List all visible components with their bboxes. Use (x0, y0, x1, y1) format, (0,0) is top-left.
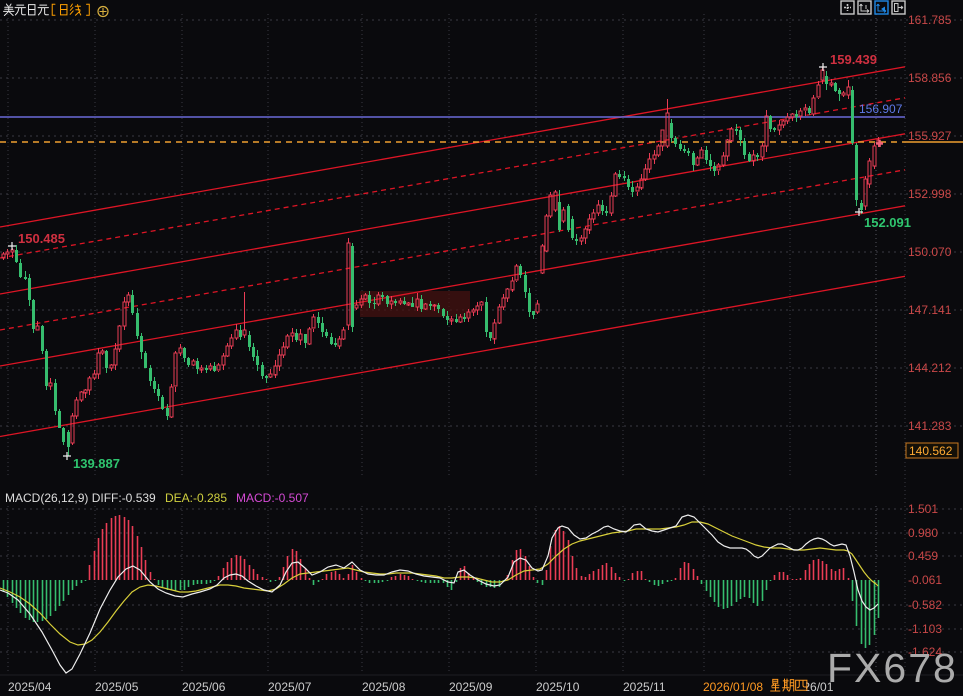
svg-text:MACD(26,12,9) DIFF:-0.539: MACD(26,12,9) DIFF:-0.539 (5, 491, 156, 505)
svg-text:-1.103: -1.103 (908, 622, 942, 636)
svg-text:2025/08: 2025/08 (362, 680, 406, 694)
svg-text:DEA:-0.285: DEA:-0.285 (165, 491, 227, 505)
svg-text:150.485: 150.485 (18, 231, 65, 246)
svg-text:141.283: 141.283 (908, 419, 952, 433)
svg-text:1.501: 1.501 (908, 502, 938, 516)
svg-text:2025/04: 2025/04 (8, 680, 52, 694)
svg-text:2025/07: 2025/07 (268, 680, 312, 694)
svg-text:150.070: 150.070 (908, 245, 952, 259)
svg-text:2025/06: 2025/06 (182, 680, 226, 694)
svg-text:155.927: 155.927 (908, 129, 952, 143)
svg-text:2025/11: 2025/11 (623, 680, 666, 694)
svg-text:2025/10: 2025/10 (536, 680, 580, 694)
svg-text:159.439: 159.439 (830, 52, 877, 67)
svg-text:156.907: 156.907 (859, 102, 903, 116)
svg-text:0.980: 0.980 (908, 526, 938, 540)
svg-text:MACD:-0.507: MACD:-0.507 (236, 491, 309, 505)
svg-text:161.785: 161.785 (908, 13, 952, 27)
svg-text:2026/01/08: 2026/01/08 (703, 680, 763, 694)
svg-text:-0.061: -0.061 (908, 573, 942, 587)
svg-text:152.998: 152.998 (908, 187, 952, 201)
svg-text:0.459: 0.459 (908, 549, 938, 563)
svg-text:147.141: 147.141 (908, 303, 952, 317)
svg-text:FX678: FX678 (827, 645, 958, 691)
svg-text:2025/05: 2025/05 (95, 680, 139, 694)
svg-text:2025/09: 2025/09 (449, 680, 493, 694)
svg-text:144.212: 144.212 (908, 361, 952, 375)
svg-text:-0.582: -0.582 (908, 598, 942, 612)
svg-text:158.856: 158.856 (908, 71, 952, 85)
svg-text:139.887: 139.887 (73, 456, 120, 471)
svg-text:152.091: 152.091 (864, 215, 911, 230)
svg-text:140.562: 140.562 (909, 444, 953, 458)
